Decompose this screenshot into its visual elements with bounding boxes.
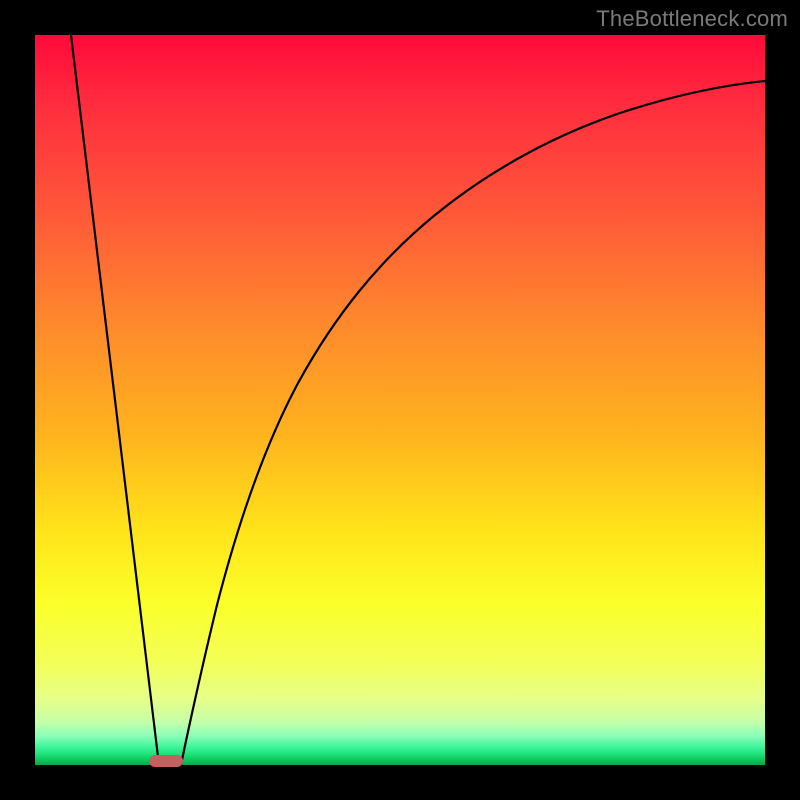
right-curve — [181, 81, 765, 765]
plot-area — [35, 35, 765, 765]
curve-layer — [35, 35, 765, 765]
bottleneck-marker — [149, 755, 183, 767]
left-line — [71, 35, 159, 765]
chart-frame: TheBottleneck.com — [0, 0, 800, 800]
watermark-text: TheBottleneck.com — [596, 6, 788, 32]
